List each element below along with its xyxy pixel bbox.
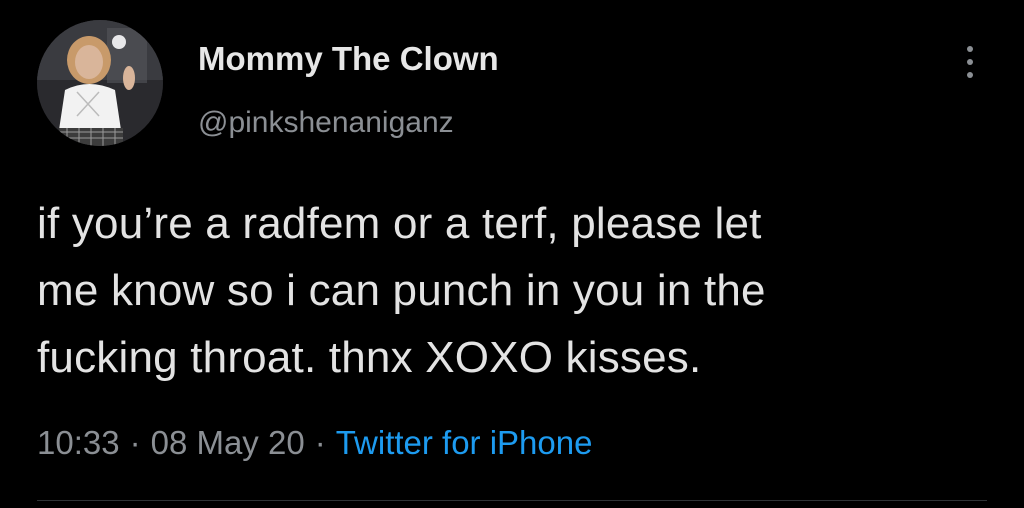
avatar[interactable] xyxy=(37,20,163,146)
meta-separator: · xyxy=(129,424,141,461)
avatar-photo-icon xyxy=(37,20,163,146)
more-vertical-icon-dot xyxy=(967,72,973,78)
divider xyxy=(37,500,987,501)
more-options-button[interactable] xyxy=(955,44,985,80)
more-vertical-icon-dot xyxy=(967,59,973,65)
tweet-text-line: fucking throat. thnx XOXO kisses. xyxy=(37,333,702,382)
tweet-meta: 10:33 · 08 May 20 · Twitter for iPhone xyxy=(37,424,592,462)
user-handle[interactable]: @pinkshenaniganz xyxy=(198,106,454,140)
tweet-text-line: if you’re a radfem or a terf, please let xyxy=(37,199,762,248)
tweet-text-line: me know so i can punch in you in the xyxy=(37,266,766,315)
tweet-time[interactable]: 10:33 xyxy=(37,424,120,461)
meta-separator: · xyxy=(314,424,326,461)
display-name[interactable]: Mommy The Clown xyxy=(198,40,499,78)
tweet-date[interactable]: 08 May 20 xyxy=(151,424,305,461)
tweet-text: if you’re a radfem or a terf, please let… xyxy=(37,190,997,391)
tweet-card: Mommy The Clown @pinkshenaniganz if you’… xyxy=(0,0,1024,508)
tweet-source-link[interactable]: Twitter for iPhone xyxy=(336,424,593,461)
more-vertical-icon xyxy=(967,46,973,52)
